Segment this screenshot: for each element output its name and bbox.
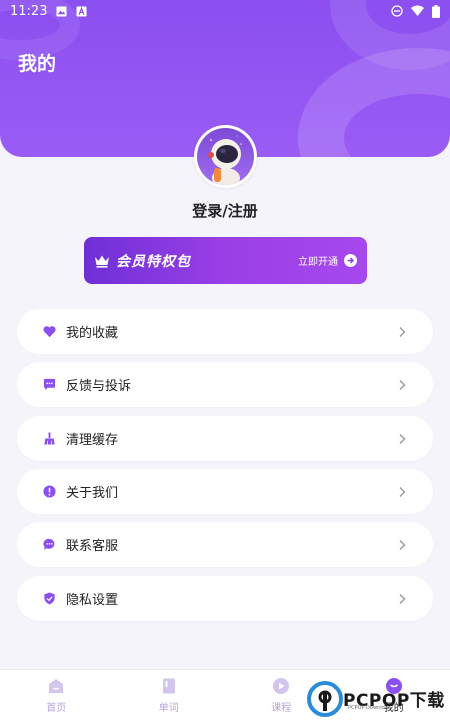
wifi-icon (411, 5, 424, 16)
menu-label: 联系客服 (66, 539, 119, 554)
shield-icon (44, 592, 55, 605)
info-icon (43, 485, 56, 498)
crown-icon (95, 255, 109, 268)
play-icon (273, 677, 290, 694)
nav-label: 单词 (158, 702, 179, 714)
chevron-right-icon (399, 326, 406, 337)
menu-item-feedback[interactable]: 反馈与投诉 (17, 362, 433, 407)
menu-item-privacy[interactable]: 隐私设置 (17, 576, 433, 621)
astronaut-avatar-image (197, 128, 254, 185)
heart-icon (43, 326, 56, 338)
broom-icon (44, 432, 55, 445)
notification-a-icon (76, 5, 88, 17)
watermark: PCPOP下载 PCPOP Download (307, 677, 450, 720)
vip-title: 会员特权包 (116, 253, 191, 270)
menu-label: 关于我们 (66, 486, 119, 501)
page-title: 我的 (18, 53, 57, 75)
pcpop-logo-icon (307, 680, 343, 717)
header-decoration (298, 48, 450, 157)
battery-icon (432, 4, 440, 18)
arrow-right-icon (344, 254, 357, 267)
menu-item-about[interactable]: 关于我们 (17, 469, 433, 514)
avatar[interactable] (194, 125, 257, 188)
book-icon (162, 678, 175, 693)
menu-label: 我的收藏 (66, 326, 119, 341)
chevron-right-icon (399, 433, 406, 444)
message-icon (43, 538, 55, 550)
menu-label: 隐私设置 (66, 593, 119, 608)
do-not-disturb-icon (391, 5, 403, 17)
menu-item-clear-cache[interactable]: 清理缓存 (17, 416, 433, 461)
status-time: 11:23 (10, 3, 48, 19)
nav-tab-words[interactable]: 单词 (113, 670, 226, 720)
chevron-right-icon (399, 379, 406, 390)
menu-label: 反馈与投诉 (66, 379, 132, 394)
chevron-right-icon (399, 539, 406, 550)
gallery-icon (56, 5, 68, 17)
chat-bubble-icon (43, 378, 56, 391)
chevron-right-icon (399, 486, 406, 497)
menu-item-favorites[interactable]: 我的收藏 (17, 309, 433, 354)
vip-open-label: 立即开通 (298, 257, 338, 268)
menu-item-customer-service[interactable]: 联系客服 (17, 522, 433, 567)
chevron-right-icon (399, 593, 406, 604)
watermark-subtext: PCPOP Download (348, 705, 391, 711)
nav-label: 首页 (46, 702, 67, 714)
vip-open-button[interactable]: 立即开通 (298, 253, 357, 268)
vip-banner[interactable]: 会员特权包 立即开通 (84, 237, 367, 284)
menu-label: 清理缓存 (66, 433, 119, 448)
status-bar: 11:23 (0, 0, 450, 22)
home-icon (49, 678, 64, 693)
login-register-link[interactable]: 登录/注册 (0, 200, 450, 221)
nav-label: 课程 (271, 702, 292, 714)
nav-tab-home[interactable]: 首页 (0, 670, 113, 720)
